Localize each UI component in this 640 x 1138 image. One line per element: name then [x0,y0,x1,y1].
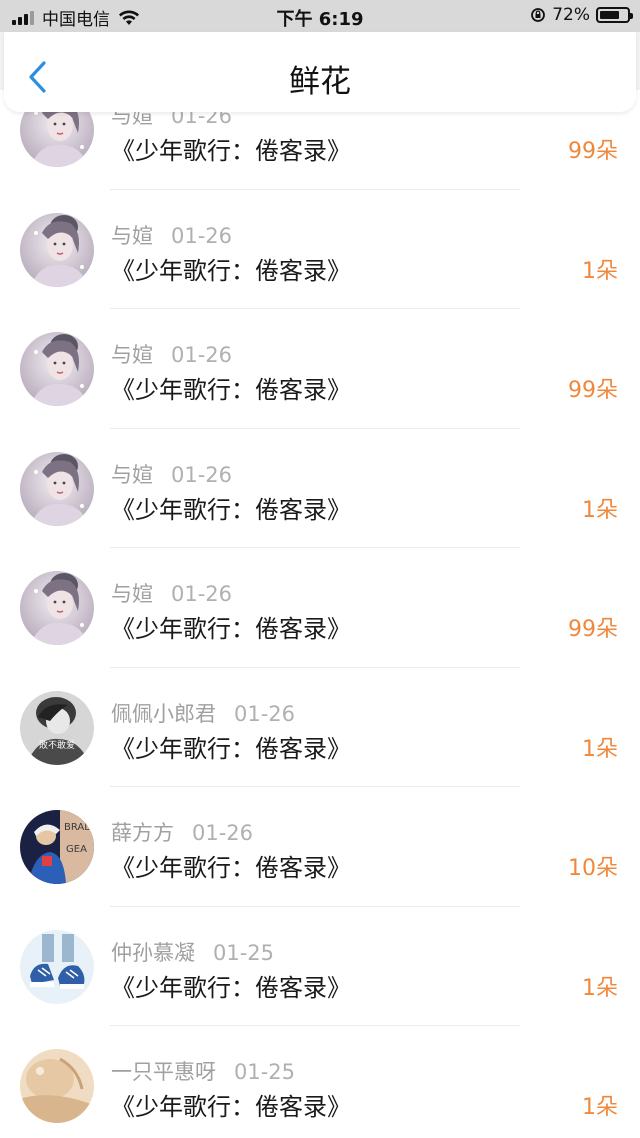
sender-name[interactable]: 与媗 [111,582,153,606]
book-title: 《少年歌行：倦客录》 [111,495,351,524]
list-item[interactable]: 仲孙慕凝 01-25 《少年歌行：倦客录》 1朵 [0,906,640,1026]
page-title: 鲜花 [289,64,351,100]
send-date: 01-26 [171,223,233,248]
avatar[interactable] [20,1049,94,1123]
sender-line: 佩佩小郎君 01-26 [111,698,295,728]
send-date: 01-26 [234,701,296,726]
book-title: 《少年歌行：倦客录》 [111,854,351,882]
flower-count: 1朵 [582,736,618,762]
send-date: 01-26 [192,821,254,845]
list-item[interactable]: 与媗 01-26 《少年歌行：倦客录》 1朵 [0,189,640,309]
list-item[interactable]: 与媗 01-26 《少年歌行：倦客录》 99朵 [0,548,640,668]
flower-count: 10朵 [568,856,618,881]
status-bar: 中国电信 下午 6:19 72% [0,0,640,32]
send-date: 01-26 [171,462,233,487]
avatar[interactable] [20,929,94,1004]
flower-count: 99朵 [568,617,618,642]
book-title: 《少年歌行：倦客录》 [111,137,351,165]
flower-count: 1朵 [582,975,618,1001]
book-title: 《少年歌行：倦客录》 [111,615,351,643]
flower-count: 99朵 [568,139,618,164]
sender-line: 与媗 01-26 [111,459,232,489]
list-item[interactable]: 与媗 01-26 《少年歌行：倦客录》 1朵 [0,428,640,548]
send-date: 01-25 [213,940,275,965]
sender-name[interactable]: 与媗 [111,224,153,248]
list-item[interactable]: 与媗 01-26 《少年歌行：倦客录》 99朵 [0,309,640,429]
list-item[interactable]: BRAD GEA 薛方方 01-26 《少年歌行：倦客录》 10朵 [0,787,640,907]
flower-count: 1朵 [582,1095,618,1120]
book-title: 《少年歌行：倦客录》 [111,256,351,285]
sender-name[interactable]: 与媗 [111,343,153,367]
nav-bar: 鲜花 [4,32,636,112]
flower-count: 1朵 [582,497,618,523]
sender-name[interactable]: 一只平惠呀 [111,1060,216,1084]
send-date: 01-26 [171,582,233,606]
avatar[interactable]: BRAD GEA [20,810,94,884]
sender-name[interactable]: 与媗 [111,463,153,487]
svg-text:敗不敢爱: 敗不敢爱 [39,739,75,751]
sender-line: 薛方方 01-26 [111,817,253,847]
send-date: 01-26 [171,343,233,367]
sender-line: 与媗 01-26 [111,339,232,369]
battery-fill [600,11,619,19]
flower-list: 与媗 01-26 《少年歌行：倦客录》 99朵 与媗 01-26 《少年歌行：倦客录》 1朵与… [0,90,640,1138]
flower-count: 1朵 [582,258,618,284]
sender-line: 仲孙慕凝 01-25 [111,937,274,967]
sender-name[interactable]: 佩佩小郎君 [111,702,216,726]
book-title: 《少年歌行：倦客录》 [111,1093,351,1121]
svg-text:BRAD: BRAD [64,822,92,833]
book-title: 《少年歌行：倦客录》 [111,376,351,404]
flower-count: 99朵 [568,378,618,403]
battery-percent: 72% [552,5,590,25]
avatar[interactable]: 敗不敢爱 [20,690,94,765]
status-right: 72% [530,5,633,25]
rotation-lock-icon [531,8,546,22]
sender-line: 与媗 01-26 [111,220,232,250]
avatar[interactable] [20,332,94,406]
book-title: 《少年歌行：倦客录》 [111,734,351,763]
send-date: 01-25 [234,1060,296,1084]
avatar[interactable] [20,451,94,526]
sender-line: 与媗 01-26 [111,578,232,608]
sender-line: 一只平惠呀 01-25 [111,1056,295,1086]
list-item[interactable]: 一只平惠呀 01-25 《少年歌行：倦客录》 1朵 [0,1026,640,1138]
avatar[interactable] [20,571,94,645]
sender-name[interactable]: 仲孙慕凝 [111,941,195,965]
svg-text:GEA: GEA [66,844,87,855]
list-item[interactable]: 敗不敢爱 佩佩小郎君 01-26 《少年歌行：倦客录》 1朵 [0,667,640,787]
book-title: 《少年歌行：倦客录》 [111,973,351,1002]
avatar[interactable] [20,212,94,287]
battery-icon [596,7,633,23]
sender-name[interactable]: 薛方方 [111,821,174,845]
